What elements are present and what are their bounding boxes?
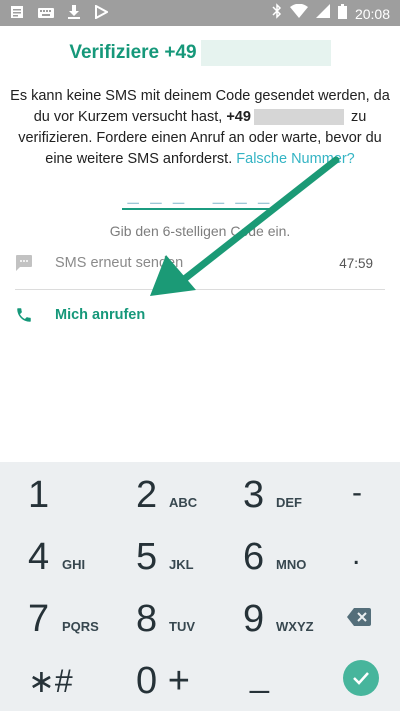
backspace-icon	[347, 608, 371, 631]
document-notification-icon	[10, 5, 24, 24]
battery-icon	[337, 3, 347, 24]
verification-description: Es kann keine SMS mit deinem Code gesend…	[10, 86, 390, 170]
call-me-label: Mich anrufen	[55, 307, 146, 323]
code-hint: Gib den 6-stelligen Code ein.	[109, 223, 291, 239]
page-title-text: Verifiziere +49	[69, 42, 197, 64]
play-store-notification-icon	[94, 4, 110, 24]
wrong-number-link[interactable]: Falsche Nummer?	[236, 151, 354, 167]
key-period[interactable]: .	[321, 524, 400, 586]
status-bar: 20:08	[0, 0, 400, 26]
key-2[interactable]: 2 ABC	[107, 462, 207, 524]
divider	[15, 289, 385, 290]
numeric-keypad: 1 2 ABC 3 DEF - 4 GHI 5 JKL 6 MNO . 7 PQRS 8 TU…	[0, 462, 400, 711]
call-me-option[interactable]: Mich anrufen	[15, 300, 385, 330]
key-5[interactable]: 5 JKL	[107, 524, 207, 586]
redacted-phone-number	[200, 40, 331, 66]
key-7[interactable]: 7 PQRS	[0, 586, 100, 648]
resend-sms-option[interactable]: SMS erneut senden 47:59	[15, 248, 385, 278]
download-notification-icon	[68, 5, 80, 24]
key-3[interactable]: 3 DEF	[214, 462, 314, 524]
resend-timer: 47:59	[339, 255, 373, 271]
key-4[interactable]: 4 GHI	[0, 524, 100, 586]
page-title: Verifiziere +49	[0, 40, 400, 66]
key-space[interactable]: _	[214, 648, 314, 710]
done-key[interactable]	[321, 648, 400, 710]
redacted-phone-number-inline	[253, 109, 344, 126]
key-minus[interactable]: -	[321, 462, 400, 524]
phone-icon	[15, 303, 55, 327]
sms-icon	[15, 251, 55, 275]
signal-icon	[315, 4, 330, 23]
code-input[interactable]	[122, 180, 278, 210]
description-country-code: +49	[226, 109, 251, 125]
clock: 20:08	[354, 5, 390, 22]
key-9[interactable]: 9 WXYZ	[214, 586, 314, 648]
keyboard-notification-icon	[38, 6, 54, 24]
key-8[interactable]: 8 TUV	[107, 586, 207, 648]
backspace-key[interactable]	[321, 586, 400, 648]
key-star-hash[interactable]: ∗#	[0, 648, 100, 710]
key-0-plus[interactable]: 0 +	[107, 648, 207, 710]
key-6[interactable]: 6 MNO	[214, 524, 314, 586]
resend-sms-label: SMS erneut senden	[55, 255, 184, 271]
done-button-circle	[343, 660, 379, 696]
key-1[interactable]: 1	[0, 462, 100, 524]
wifi-icon	[289, 3, 308, 23]
checkmark-icon	[353, 672, 369, 685]
bluetooth-icon	[272, 3, 282, 24]
